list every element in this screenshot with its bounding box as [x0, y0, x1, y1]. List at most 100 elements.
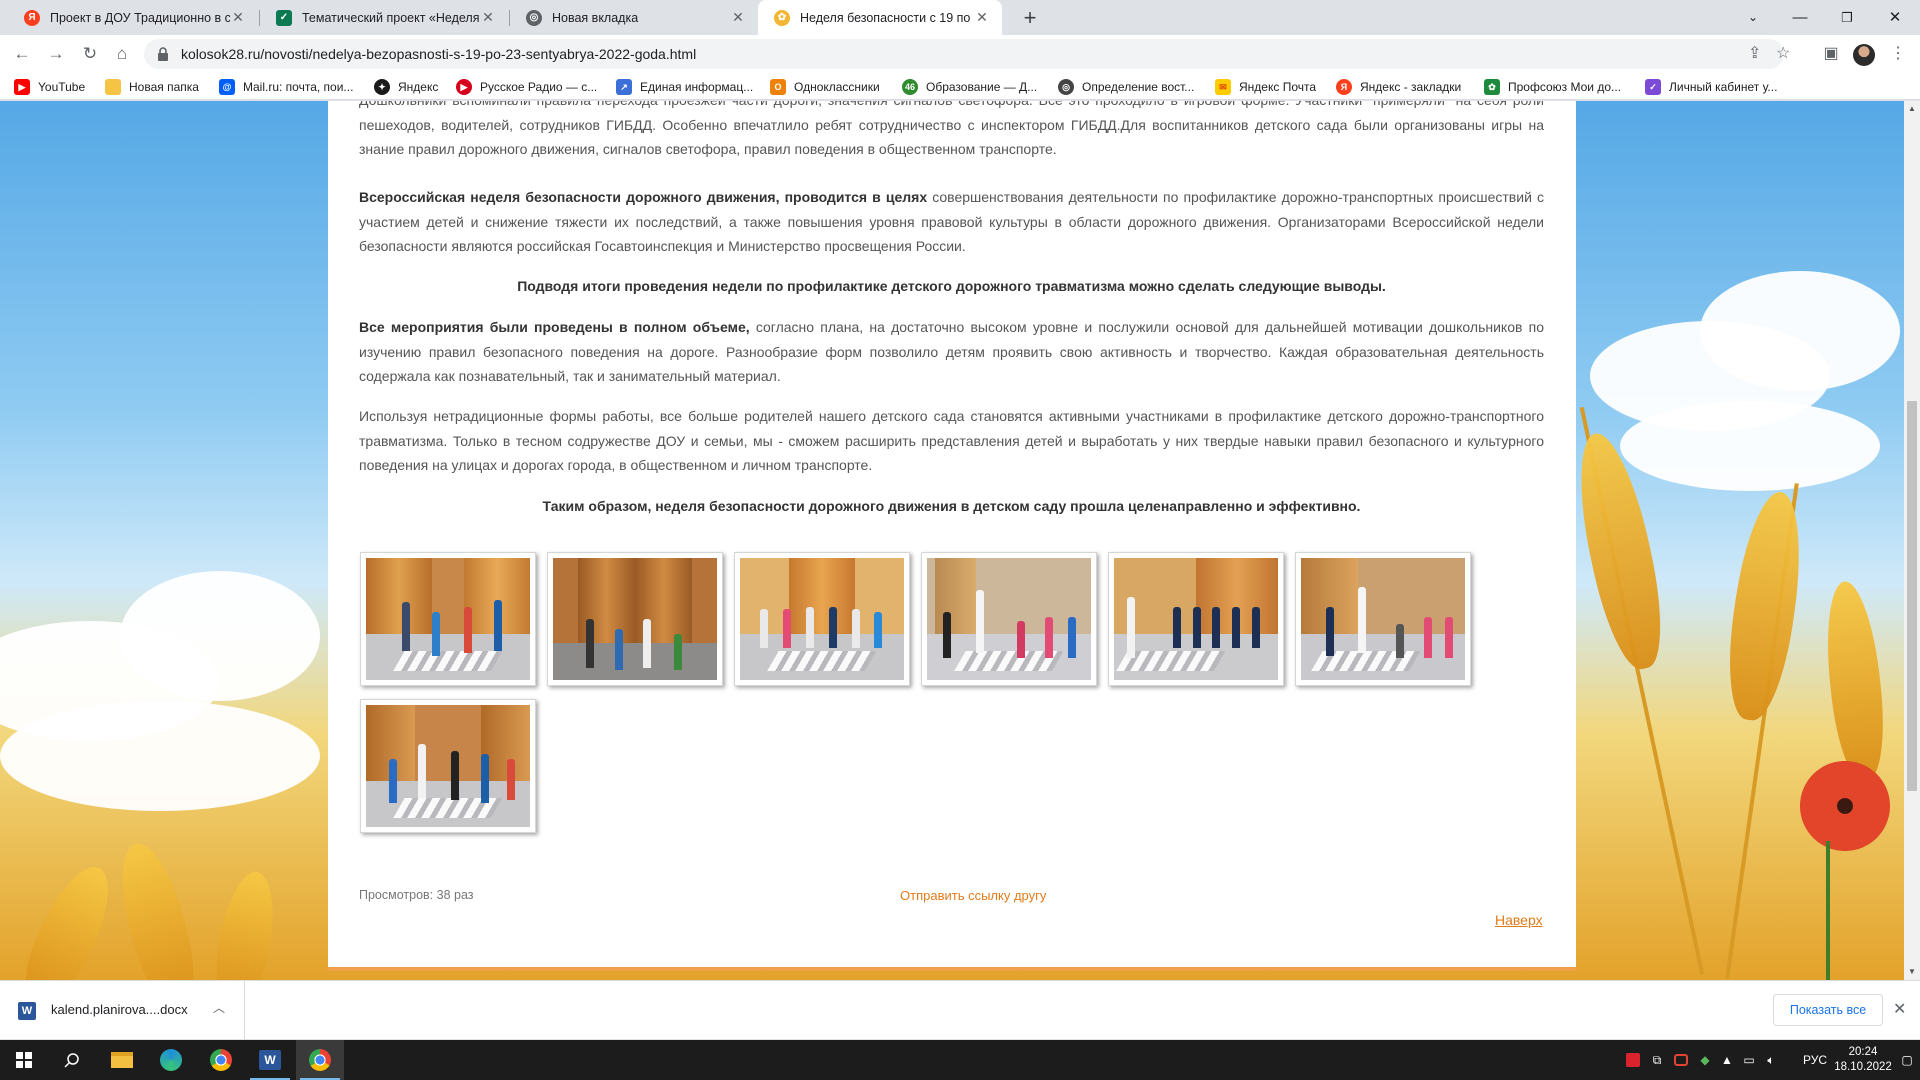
bookmark-label: YouTube: [38, 80, 86, 94]
volume-icon[interactable]: 🔈︎: [1760, 1040, 1782, 1080]
cloud-decoration: [1700, 271, 1900, 391]
bookmark-yandex[interactable]: ✦ Яндекс: [374, 77, 438, 97]
folder-icon: [105, 79, 121, 95]
home-button[interactable]: ⌂: [108, 40, 136, 68]
bookmark-label: Mail.ru: почта, пои...: [243, 80, 354, 94]
photo-image: [366, 558, 530, 680]
gallery-photo-2[interactable]: [547, 552, 723, 686]
gallery-photo-6[interactable]: [1295, 552, 1471, 686]
tab-1[interactable]: Я Проект в ДОУ Традиционно в с ✕: [8, 0, 258, 35]
close-tab-icon[interactable]: ✕: [230, 9, 246, 26]
chevron-up-icon[interactable]: ︿: [213, 999, 225, 1016]
search-button[interactable]: [48, 1040, 96, 1080]
edge-icon: [160, 1049, 182, 1071]
wheat-ear: [208, 867, 282, 980]
gallery-photo-3[interactable]: [734, 552, 910, 686]
downloads-bar: W kalend.planirova....docx ︿ Показать вс…: [0, 980, 1920, 1040]
photo-image: [927, 558, 1091, 680]
monitor-tray-icon[interactable]: ⧉: [1646, 1040, 1668, 1080]
bookmark-label: Яндекс Почта: [1239, 80, 1317, 94]
windows-taskbar: W ⧉ ◆ ▲ ▭ 🔈︎ РУС 20:24 18.10.2022 ▢: [0, 1040, 1920, 1080]
bookmark-star-icon[interactable]: ☆: [1776, 43, 1790, 63]
close-tab-icon[interactable]: ✕: [974, 9, 990, 26]
gallery-photo-4[interactable]: [921, 552, 1097, 686]
bookmark-youtube[interactable]: ▶ YouTube: [14, 77, 85, 97]
file-explorer-button[interactable]: [98, 1040, 146, 1080]
send-link-to-friend[interactable]: Отправить ссылку другу: [900, 888, 1046, 903]
clock[interactable]: 20:24 18.10.2022: [1826, 1040, 1900, 1080]
address-bar[interactable]: kolosok28.ru/novosti/nedelya-bezopasnost…: [144, 39, 1790, 69]
network-icon[interactable]: ▭: [1738, 1040, 1760, 1080]
tab-search-chevron-icon[interactable]: ⌄: [1730, 0, 1776, 35]
defender-tray-icon[interactable]: ◆: [1694, 1040, 1716, 1080]
restore-button[interactable]: ❐: [1824, 0, 1870, 35]
photo-image: [366, 705, 530, 827]
globe-icon: ◎: [1058, 79, 1074, 95]
start-button[interactable]: [0, 1040, 48, 1080]
gallery-photo-5[interactable]: [1108, 552, 1284, 686]
paragraph-parents: Используя нетрадиционные формы работы, в…: [359, 408, 1544, 473]
wheat-ear: [1719, 487, 1811, 725]
page-scrollbar[interactable]: ▲ ▼: [1904, 101, 1920, 980]
forward-button[interactable]: →: [42, 40, 70, 68]
tab-4-active[interactable]: ✿ Неделя безопасности с 19 по 23 ✕: [758, 0, 1002, 35]
scroll-up-arrow-icon[interactable]: ▲: [1904, 101, 1920, 117]
check-icon: ✓: [276, 9, 292, 26]
close-downloads-bar-icon[interactable]: ✕: [1893, 999, 1906, 1019]
record-tray-icon[interactable]: [1670, 1040, 1692, 1080]
bookmark-odnoklassniki[interactable]: О Одноклассники: [770, 77, 880, 97]
reload-button[interactable]: ↻: [76, 40, 104, 68]
download-filename: kalend.planirova....docx: [51, 1002, 188, 1017]
clock-date: 18.10.2022: [1834, 1061, 1892, 1073]
antivirus-tray-icon[interactable]: [1622, 1040, 1644, 1080]
show-all-downloads-button[interactable]: Показать все: [1773, 994, 1883, 1026]
bookmark-cabinet[interactable]: ✓ Личный кабинет у...: [1645, 77, 1777, 97]
minimize-button[interactable]: —: [1777, 0, 1823, 35]
back-button[interactable]: ←: [8, 40, 36, 68]
bookmarks-bar: ▶ YouTube Новая папка @ Mail.ru: почта, по…: [0, 73, 1920, 100]
bookmark-mailru[interactable]: @ Mail.ru: почта, пои...: [219, 77, 353, 97]
close-tab-icon[interactable]: ✕: [480, 9, 496, 26]
paragraph-bold-lead: Всероссийская неделя безопасности дорожн…: [359, 189, 928, 205]
content-bottom-border: [328, 967, 1576, 971]
bookmark-label: Одноклассники: [794, 80, 880, 94]
gallery-photo-1[interactable]: [360, 552, 536, 686]
scroll-thumb[interactable]: [1907, 401, 1917, 791]
word-document-icon: W: [18, 1002, 36, 1020]
profsoyuz-icon: ✿: [1484, 79, 1500, 95]
windows-logo-icon: [16, 1052, 32, 1068]
bookmark-yandex-bookmarks[interactable]: Я Яндекс - закладки: [1336, 77, 1461, 97]
back-to-top-link[interactable]: Наверх: [1495, 912, 1543, 928]
word-icon: W: [259, 1050, 281, 1070]
bookmark-new-folder[interactable]: Новая папка: [105, 77, 199, 97]
share-icon[interactable]: ⇪: [1748, 43, 1761, 63]
bookmark-yandex-mail[interactable]: ✉ Яндекс Почта: [1215, 77, 1316, 97]
bookmark-obrazovanie[interactable]: 46 Образование — Д...: [902, 77, 1037, 97]
tab-3[interactable]: ◎ Новая вкладка ✕: [510, 0, 758, 35]
search-icon: [64, 1053, 79, 1068]
close-window-button[interactable]: ✕: [1872, 0, 1918, 35]
gosuslugi-icon: ↗: [616, 79, 632, 95]
edge-button[interactable]: [147, 1040, 195, 1080]
paragraph-week-goals: Всероссийская неделя безопасности дорожн…: [359, 185, 1544, 259]
bookmark-opredelenie[interactable]: ◎ Определение вост...: [1058, 77, 1194, 97]
bookmark-russkoe-radio[interactable]: ▶ Русское Радио — с...: [456, 77, 597, 97]
chrome-active-button[interactable]: [296, 1040, 344, 1080]
side-panel-icon[interactable]: ▣: [1817, 40, 1845, 68]
scroll-down-arrow-icon[interactable]: ▼: [1904, 964, 1920, 980]
globe-icon: ◎: [526, 9, 542, 26]
download-item[interactable]: W kalend.planirova....docx ︿: [0, 981, 245, 1040]
close-tab-icon[interactable]: ✕: [730, 9, 746, 26]
word-button[interactable]: W: [246, 1040, 294, 1080]
shield-tray-icon[interactable]: ▲: [1716, 1040, 1738, 1080]
profile-avatar[interactable]: [1853, 44, 1875, 66]
bookmark-edinaya[interactable]: ↗ Единая информац...: [616, 77, 753, 97]
chrome-button[interactable]: [197, 1040, 245, 1080]
new-tab-button[interactable]: +: [1016, 4, 1044, 32]
menu-icon[interactable]: ⋮: [1884, 40, 1912, 68]
notifications-icon[interactable]: ▢: [1896, 1040, 1918, 1080]
bookmark-profsoyuz[interactable]: ✿ Профсоюз Мои до...: [1484, 77, 1621, 97]
tab-2[interactable]: ✓ Тематический проект «Неделя ✕: [260, 0, 508, 35]
photo-image: [1301, 558, 1465, 680]
gallery-photo-7[interactable]: [360, 699, 536, 833]
